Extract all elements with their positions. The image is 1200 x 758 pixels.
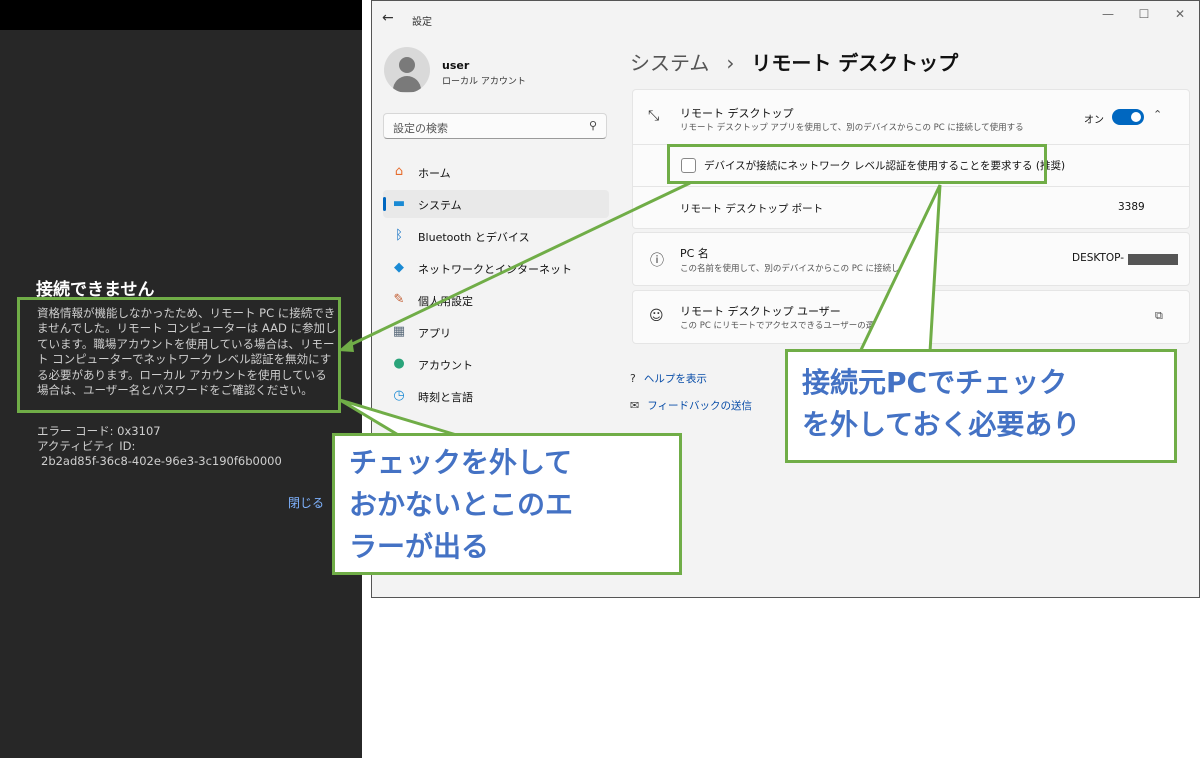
- callout-tail: [857, 184, 942, 354]
- callout-line: 接続元PCでチェック: [802, 366, 1068, 399]
- callout-settings: 接続元PCでチェック を外しておく必要あり: [785, 349, 1177, 463]
- callout-line: を外しておく必要あり: [802, 408, 1081, 441]
- callout-line: ラーが出る: [349, 530, 490, 563]
- callout-tail: [339, 398, 461, 438]
- arrow-head: [338, 339, 354, 352]
- callout-line: チェックを外して: [349, 446, 573, 479]
- callout-error: チェックを外して おかないとこのエ ラーが出る: [332, 433, 682, 575]
- callout-line: おかないとこのエ: [349, 488, 574, 521]
- arrow-line: [347, 181, 691, 348]
